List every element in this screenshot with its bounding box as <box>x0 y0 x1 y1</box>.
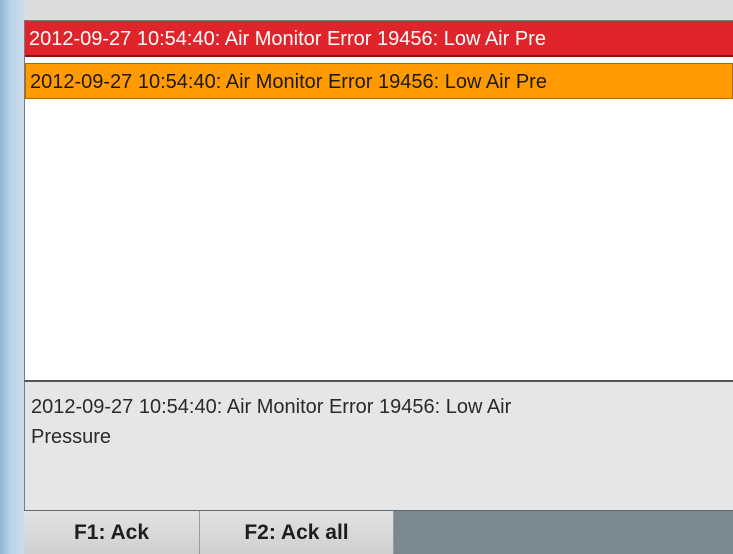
footer-bar: F1: Ack F2: Ack all <box>24 510 733 554</box>
alarm-list[interactable]: 2012-09-27 10:54:40: Air Monitor Error 1… <box>24 20 733 380</box>
window-left-edge <box>0 0 24 554</box>
alarm-window: 2012-09-27 10:54:40: Air Monitor Error 1… <box>0 0 733 554</box>
ack-all-button[interactable]: F2: Ack all <box>200 511 394 554</box>
alarm-details-line-2: Pressure <box>31 426 112 448</box>
alarm-row-unacknowledged[interactable]: 2012-09-27 10:54:40: Air Monitor Error 1… <box>25 63 733 99</box>
alarm-details-panel: 2012-09-27 10:54:40: Air Monitor Error 1… <box>24 380 733 510</box>
ack-button[interactable]: F1: Ack <box>24 511 200 554</box>
alarm-details-line-1: 2012-09-27 10:54:40: Air Monitor Error 1… <box>31 396 512 418</box>
alarm-row-active[interactable]: 2012-09-27 10:54:40: Air Monitor Error 1… <box>25 21 733 57</box>
